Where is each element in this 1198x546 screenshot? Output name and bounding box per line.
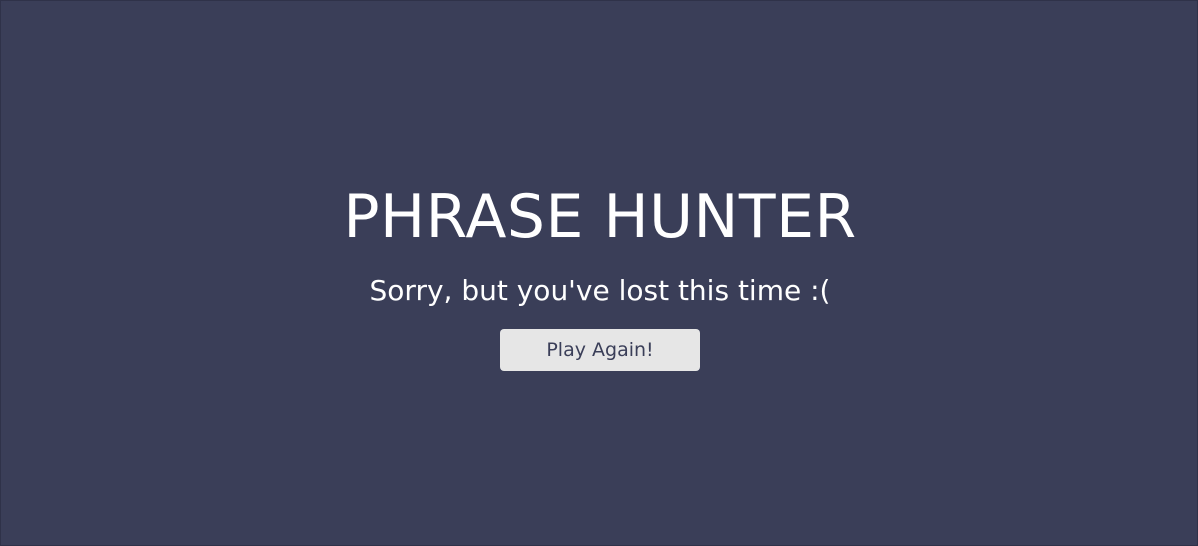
- game-over-message: Sorry, but you've lost this time :(: [369, 274, 831, 307]
- game-over-overlay: PHRASE HUNTER Sorry, but you've lost thi…: [0, 0, 1198, 546]
- game-title: PHRASE HUNTER: [343, 182, 857, 252]
- play-again-button[interactable]: Play Again!: [500, 329, 700, 371]
